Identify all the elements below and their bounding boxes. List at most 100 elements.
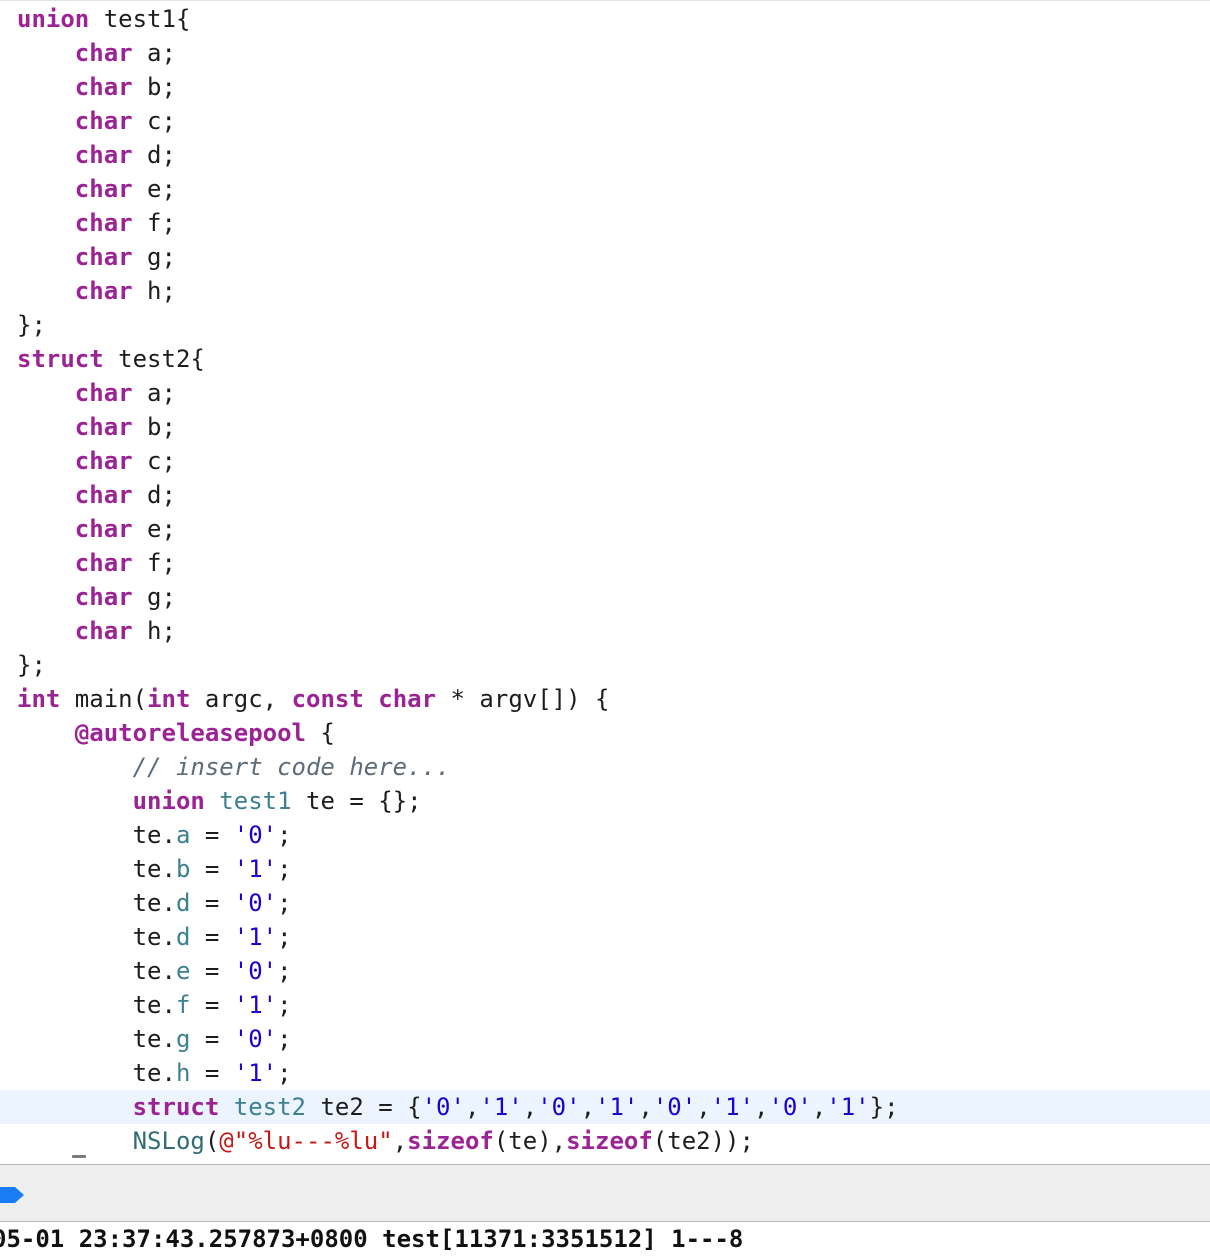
code-line-text: @autoreleasepool { (17, 716, 335, 750)
code-line[interactable]: }; (0, 308, 1210, 342)
code-token: '0' (233, 821, 278, 849)
code-line-text: char b; (17, 70, 176, 104)
code-token: '0' (233, 1025, 278, 1053)
code-line[interactable]: char h; (0, 274, 1210, 308)
code-token: te. (17, 889, 176, 917)
code-token: c; (132, 107, 176, 135)
code-token: = (190, 889, 234, 917)
code-token: = (190, 1059, 234, 1087)
code-token: test2{ (103, 345, 205, 373)
code-token: '0' (768, 1093, 812, 1121)
code-token: char (74, 549, 133, 577)
code-line[interactable]: char d; (0, 478, 1210, 512)
code-line[interactable]: union test1{ (0, 2, 1210, 36)
code-token: char (74, 39, 133, 67)
code-line-text: te.d = '1'; (17, 920, 292, 954)
code-token: '0' (233, 957, 278, 985)
code-token: ; (277, 923, 292, 951)
code-line[interactable]: char g; (0, 240, 1210, 274)
code-token: , (522, 1093, 538, 1121)
code-line[interactable]: te.h = '1'; (0, 1056, 1210, 1090)
code-line[interactable]: te.d = '1'; (0, 920, 1210, 954)
code-line[interactable]: char b; (0, 70, 1210, 104)
code-line[interactable]: struct test2{ (0, 342, 1210, 376)
code-token: char (74, 515, 133, 543)
code-token: , (638, 1093, 653, 1121)
code-line[interactable]: char g; (0, 580, 1210, 614)
code-token: char (74, 617, 133, 645)
code-token: te. (17, 855, 176, 883)
code-line[interactable]: te.e = '0'; (0, 954, 1210, 988)
code-line[interactable]: te.a = '0'; (0, 818, 1210, 852)
code-line[interactable]: te.d = '0'; (0, 886, 1210, 920)
code-token: '1' (233, 923, 278, 951)
code-token: d (175, 889, 191, 917)
code-line[interactable]: char a; (0, 376, 1210, 410)
code-token: e; (132, 515, 176, 543)
code-token: @autoreleasepool (74, 719, 306, 747)
code-line[interactable]: char c; (0, 444, 1210, 478)
code-line[interactable]: char b; (0, 410, 1210, 444)
code-token: }; (17, 311, 46, 339)
code-line[interactable]: char c; (0, 104, 1210, 138)
code-token: '1' (233, 1059, 278, 1087)
code-line[interactable]: int main(int argc, const char * argv[]) … (0, 682, 1210, 716)
code-line[interactable]: te.g = '0'; (0, 1022, 1210, 1056)
code-line-text: char d; (17, 138, 176, 172)
code-token: main( (60, 685, 148, 713)
code-editor[interactable]: union test1{ char a; char b; char c; cha… (0, 0, 1210, 1164)
code-token: char (74, 175, 133, 203)
code-token: char (74, 209, 133, 237)
code-line[interactable]: char f; (0, 546, 1210, 580)
continue-program-icon[interactable] (0, 1185, 26, 1205)
code-token: char (74, 107, 133, 135)
code-line-text: int main(int argc, const char * argv[]) … (17, 682, 609, 716)
code-token: int (147, 685, 191, 713)
code-line-text: struct test2{ (17, 342, 205, 376)
code-line[interactable]: union test1 te = {}; (0, 784, 1210, 818)
code-token: h; (132, 617, 176, 645)
code-token: = (190, 1025, 234, 1053)
code-line[interactable]: te.f = '1'; (0, 988, 1210, 1022)
code-line[interactable]: char e; (0, 512, 1210, 546)
code-line[interactable]: char e; (0, 172, 1210, 206)
code-token: struct (132, 1093, 220, 1121)
code-token: char (74, 413, 133, 441)
code-line[interactable]: @autoreleasepool { (0, 716, 1210, 750)
code-line[interactable]: struct test2 te2 = {'0','1','0','1','0',… (0, 1090, 1210, 1124)
code-line[interactable]: // insert code here... (0, 750, 1210, 784)
code-token: const (291, 685, 364, 713)
code-line-text: te.d = '0'; (17, 886, 292, 920)
code-token: b (175, 855, 191, 883)
code-line[interactable]: }; (0, 648, 1210, 682)
code-token: te. (17, 1025, 176, 1053)
code-token: d (175, 923, 191, 951)
code-line[interactable]: char f; (0, 206, 1210, 240)
code-line[interactable]: char h; (0, 614, 1210, 648)
code-token: char (74, 277, 133, 305)
code-line[interactable]: char d; (0, 138, 1210, 172)
code-token: union (132, 787, 205, 815)
code-token: '0' (537, 1093, 581, 1121)
code-line[interactable]: NSLog(@"%lu---%lu",sizeof(te),sizeof(te2… (0, 1124, 1210, 1158)
code-token: argc, (190, 685, 292, 713)
code-token: te. (17, 1059, 176, 1087)
code-token: ; (277, 1059, 292, 1087)
code-token: = (190, 923, 234, 951)
code-line[interactable]: te.b = '1'; (0, 852, 1210, 886)
code-line[interactable]: char a; (0, 36, 1210, 70)
code-token: te2 = { (306, 1093, 422, 1121)
code-line-text: te.g = '0'; (17, 1022, 292, 1056)
code-line-text: union test1{ (17, 2, 190, 36)
